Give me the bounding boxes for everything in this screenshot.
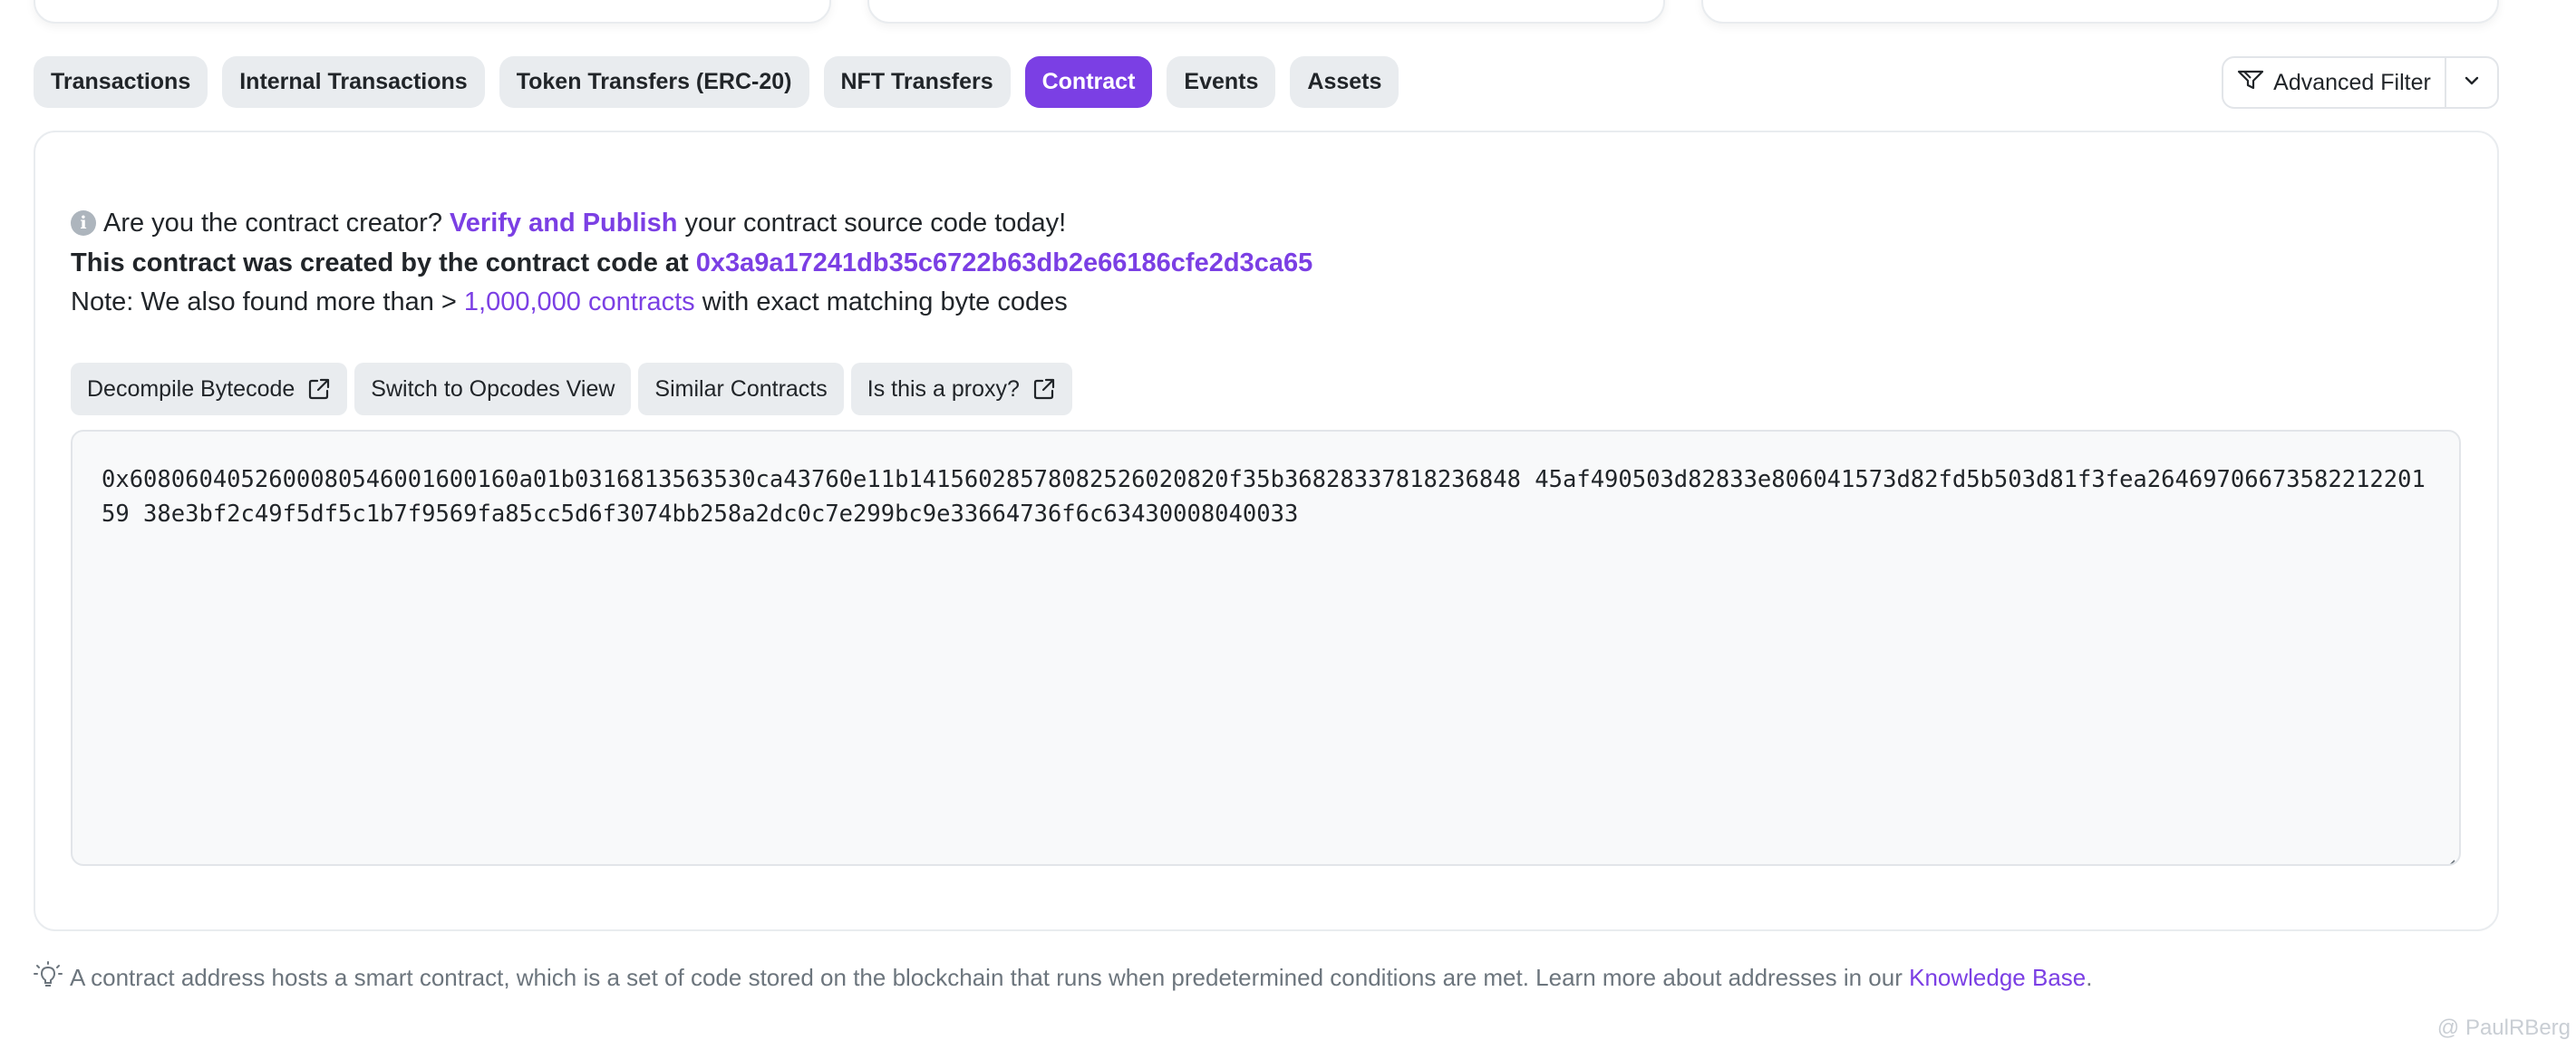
top-summary-cards — [34, 0, 2499, 24]
footer-text: A contract address hosts a smart contrac… — [70, 964, 1903, 991]
switch-to-opcodes-button[interactable]: Switch to Opcodes View — [354, 363, 632, 415]
tab-internal-transactions[interactable]: Internal Transactions — [222, 56, 485, 108]
chevron-down-icon — [2464, 74, 2480, 91]
tab-transactions[interactable]: Transactions — [34, 56, 208, 108]
matching-contracts-link[interactable]: 1,000,000 contracts — [464, 287, 695, 316]
decompile-bytecode-button[interactable]: Decompile Bytecode — [71, 363, 348, 415]
resize-grip-icon[interactable] — [2441, 846, 2455, 864]
summary-card — [867, 0, 1665, 24]
knowledge-base-link[interactable]: Knowledge Base — [1909, 964, 2086, 991]
knowledge-base-note: A contract address hosts a smart contrac… — [34, 961, 2092, 995]
creator-contract-line: This contract was created by the contrac… — [71, 247, 1312, 279]
summary-card — [34, 0, 831, 24]
switch-to-opcodes-label: Switch to Opcodes View — [371, 375, 615, 402]
verify-notice-suffix: your contract source code today! — [684, 209, 1067, 238]
verify-notice-prefix: Are you the contract creator? — [103, 209, 442, 238]
external-link-icon — [1032, 377, 1056, 401]
watermark: @ PaulRBerg — [2436, 1016, 2571, 1040]
verify-and-publish-link[interactable]: Verify and Publish — [450, 207, 677, 239]
advanced-filter-label: Advanced Filter — [2273, 69, 2431, 95]
note-suffix: with exact matching byte codes — [702, 287, 1068, 316]
summary-card — [1701, 0, 2499, 24]
footer-end: . — [2086, 964, 2093, 991]
tab-nft-transfers[interactable]: NFT Transfers — [823, 56, 1011, 108]
tab-assets[interactable]: Assets — [1290, 56, 1399, 108]
creator-contract-prefix: This contract was created by the contrac… — [71, 248, 689, 277]
matching-bytecode-note: Note: We also found more than > 1,000,00… — [71, 286, 1068, 318]
is-proxy-label: Is this a proxy? — [867, 375, 1020, 402]
filter-icon — [2237, 70, 2264, 96]
address-tabs: Transactions Internal Transactions Token… — [34, 56, 1399, 108]
advanced-filter-group: Advanced Filter — [2222, 56, 2499, 109]
bytecode-text: 0x6080604052600080546001600160a01b031681… — [102, 466, 2426, 528]
bytecode-textarea[interactable]: 0x6080604052600080546001600160a01b031681… — [71, 430, 2461, 866]
tab-events[interactable]: Events — [1167, 56, 1276, 108]
tab-token-transfers[interactable]: Token Transfers (ERC-20) — [499, 56, 809, 108]
decompile-bytecode-label: Decompile Bytecode — [87, 375, 295, 402]
creator-contract-address-link[interactable]: 0x3a9a17241db35c6722b63db2e66186cfe2d3ca… — [696, 248, 1312, 277]
similar-contracts-button[interactable]: Similar Contracts — [638, 363, 844, 415]
advanced-filter-button[interactable]: Advanced Filter — [2223, 58, 2445, 107]
bytecode-actions: Decompile Bytecode Switch to Opcodes Vie… — [71, 363, 1072, 415]
is-proxy-button[interactable]: Is this a proxy? — [850, 363, 1072, 415]
lightbulb-icon — [34, 961, 63, 995]
info-icon: i — [71, 210, 96, 236]
external-link-icon — [307, 377, 331, 401]
similar-contracts-label: Similar Contracts — [654, 375, 828, 402]
tab-contract[interactable]: Contract — [1024, 56, 1153, 108]
verify-notice: i Are you the contract creator? Verify a… — [71, 207, 1066, 239]
note-prefix: Note: We also found more than > — [71, 287, 457, 316]
advanced-filter-dropdown[interactable] — [2445, 58, 2497, 107]
